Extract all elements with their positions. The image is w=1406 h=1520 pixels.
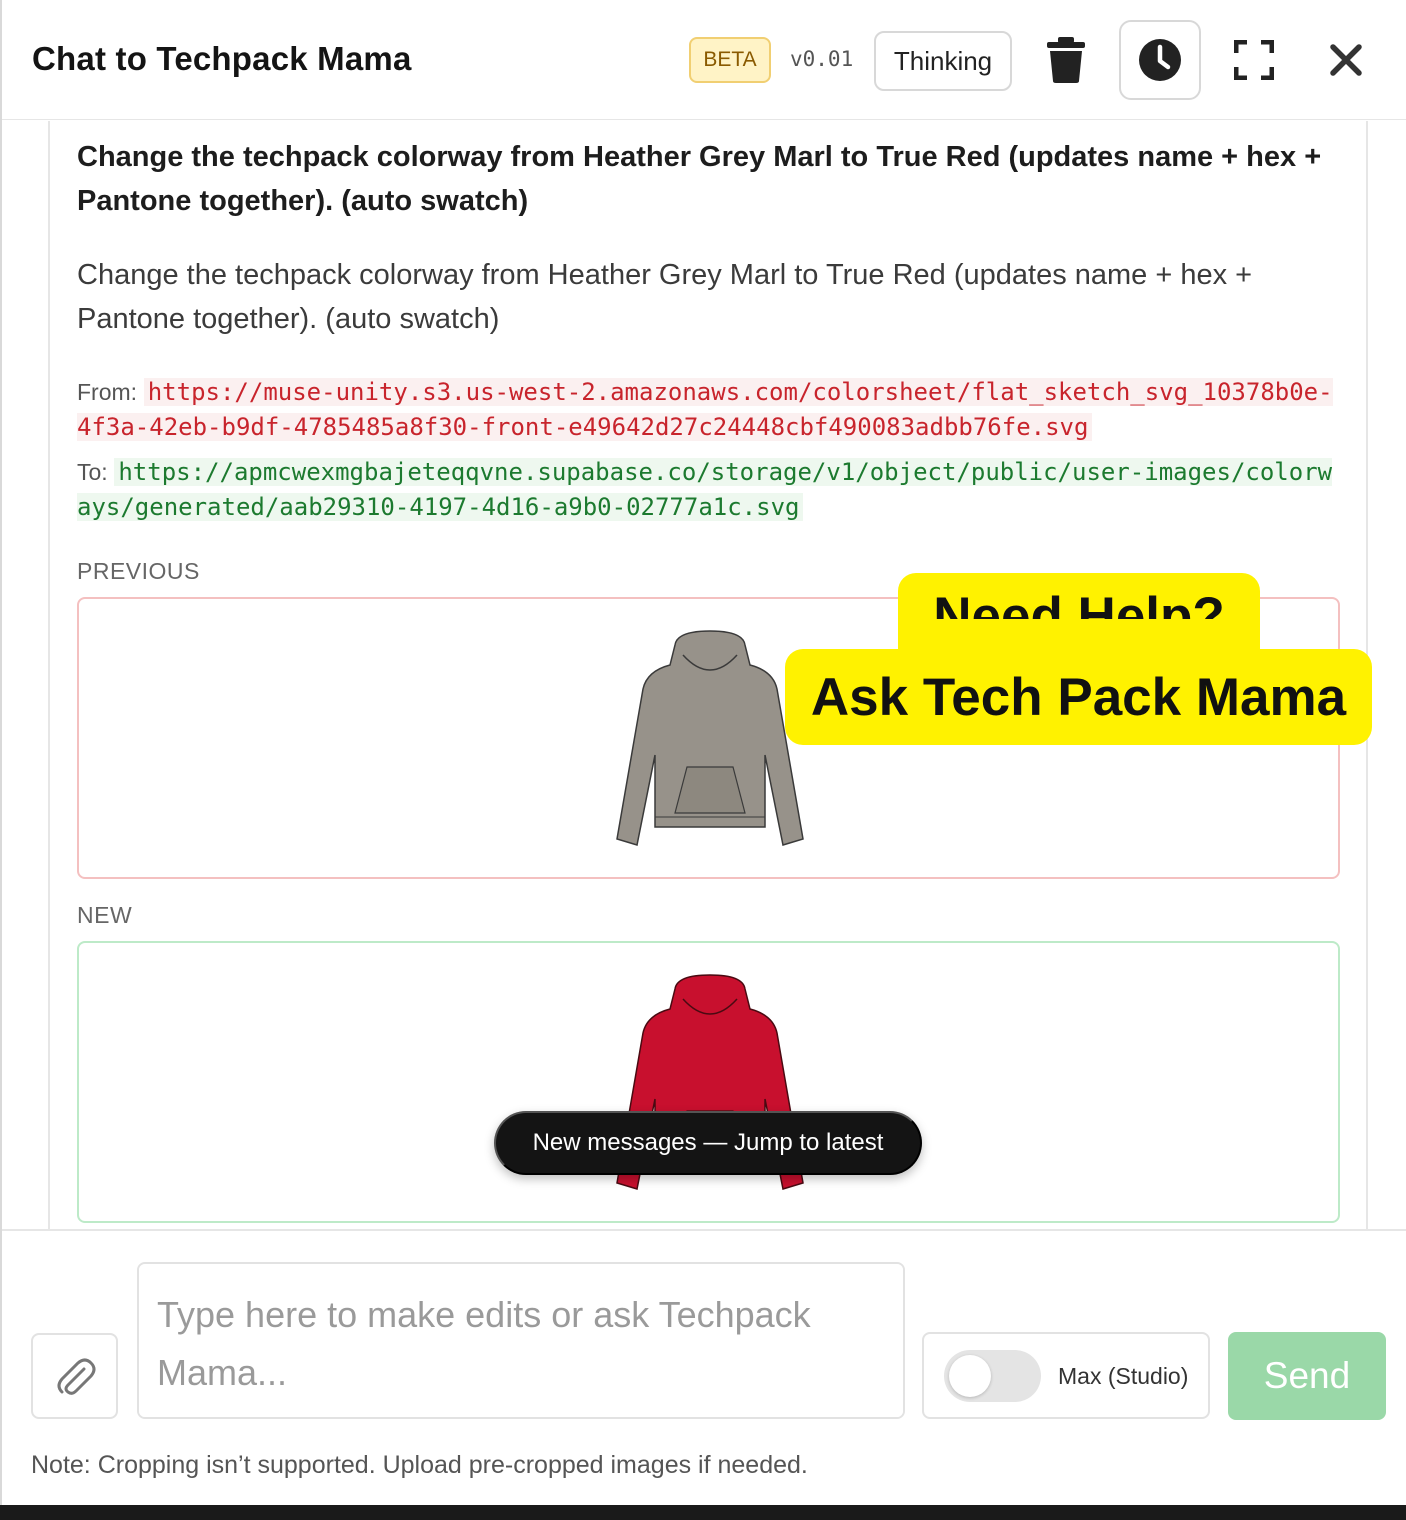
help-line-2: Ask Tech Pack Mama	[785, 649, 1372, 745]
trash-icon	[1047, 37, 1085, 83]
attach-button[interactable]	[31, 1333, 118, 1419]
from-row: From: https://muse-unity.s3.us-west-2.am…	[77, 375, 1342, 445]
message-body: Change the techpack colorway from Heathe…	[77, 259, 1253, 335]
mode-toggle-container: Max (Studio)	[922, 1332, 1210, 1419]
clock-icon	[1139, 39, 1181, 81]
cropping-note: Note: Cropping isn’t supported. Upload p…	[31, 1451, 808, 1479]
message-title: Change the techpack colorway from Heathe…	[77, 141, 1322, 217]
max-studio-toggle[interactable]	[944, 1350, 1041, 1402]
from-url: https://muse-unity.s3.us-west-2.amazonaw…	[77, 378, 1333, 441]
new-label: NEW	[77, 902, 133, 928]
chat-panel: Chat to Techpack Mama BETA v0.01 Thinkin…	[0, 0, 1406, 1505]
paperclip-icon	[57, 1358, 95, 1395]
version-label: v0.01	[790, 47, 854, 71]
previous-hoodie-image	[616, 630, 804, 846]
to-row: To: https://apmcwexmgbajeteqqvne.supabas…	[77, 455, 1342, 525]
from-label: From:	[77, 379, 138, 405]
close-icon	[1330, 44, 1362, 76]
mode-label: Max (Studio)	[1058, 1363, 1189, 1389]
help-overlay[interactable]: Need Help? Ask Tech Pack Mama	[785, 573, 1372, 745]
toggle-knob	[949, 1355, 991, 1397]
history-button[interactable]	[1119, 20, 1201, 100]
beta-badge: BETA	[689, 37, 771, 83]
thinking-button[interactable]: Thinking	[874, 31, 1012, 91]
to-url: https://apmcwexmgbajeteqqvne.supabase.co…	[77, 458, 1333, 521]
jump-to-latest-button[interactable]: New messages — Jump to latest	[494, 1111, 922, 1175]
message-input[interactable]	[137, 1262, 905, 1419]
expand-icon	[1234, 40, 1274, 80]
to-label: To:	[77, 459, 108, 485]
help-connector	[898, 619, 1260, 659]
delete-chat-button[interactable]	[1036, 30, 1096, 90]
new-image-box	[77, 941, 1340, 1223]
chat-header: Chat to Techpack Mama BETA v0.01 Thinkin…	[2, 0, 1406, 120]
fullscreen-button[interactable]	[1224, 30, 1284, 90]
chat-title: Chat to Techpack Mama	[32, 40, 412, 77]
send-button[interactable]: Send	[1228, 1332, 1386, 1420]
close-button[interactable]	[1316, 30, 1376, 90]
previous-label: PREVIOUS	[77, 558, 200, 584]
composer: Max (Studio) Send Note: Cropping isn’t s…	[2, 1229, 1406, 1505]
